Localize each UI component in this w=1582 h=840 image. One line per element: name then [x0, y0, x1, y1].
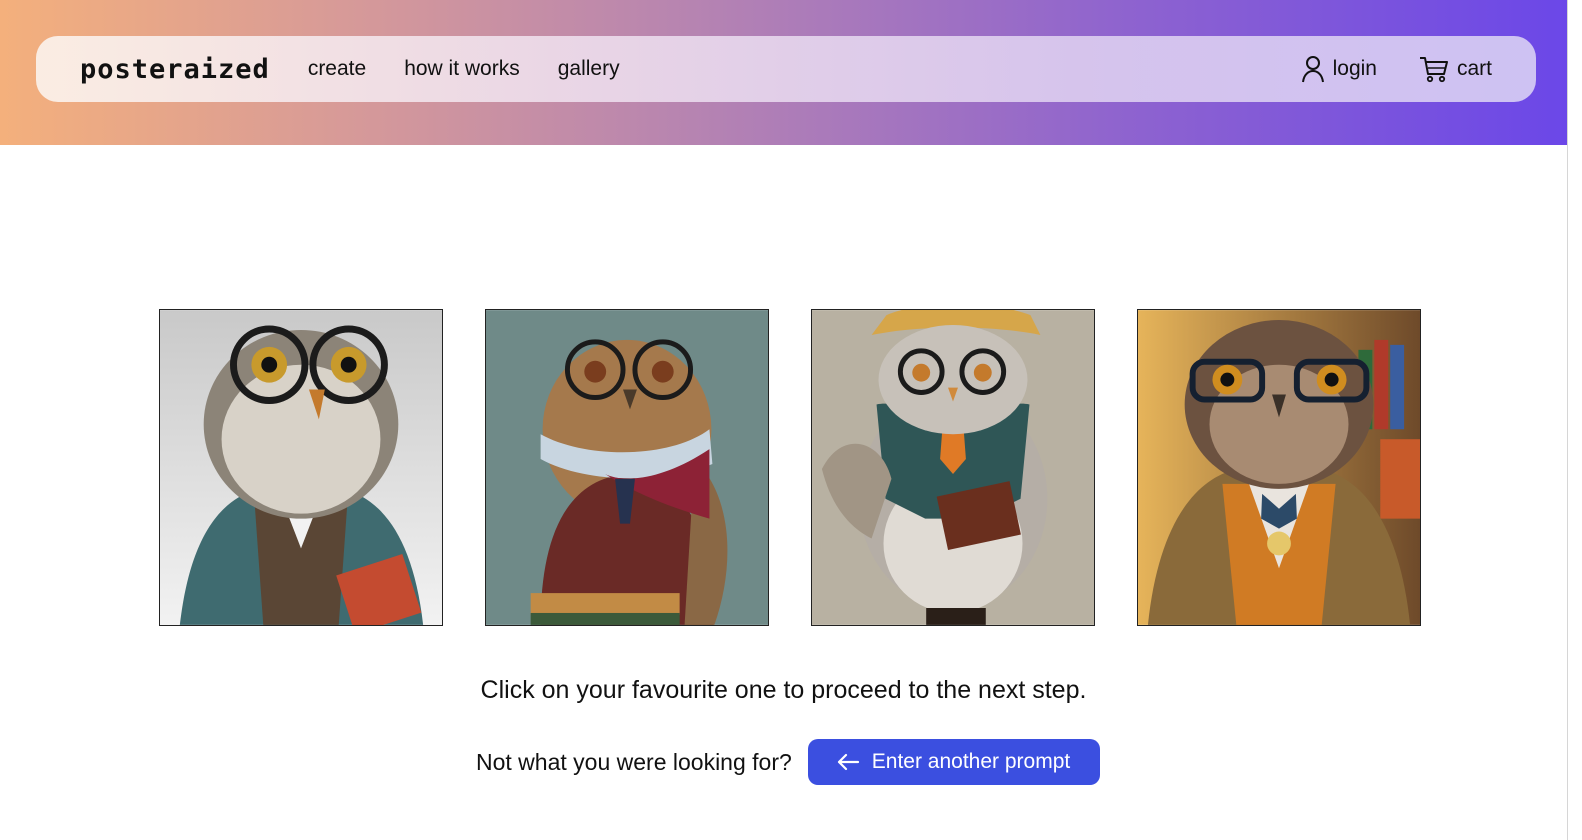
button-label: Enter another prompt [871, 750, 1071, 773]
owl-image [486, 310, 768, 625]
login-button[interactable]: login [1301, 55, 1377, 83]
instruction-text: Click on your favourite one to proceed t… [480, 676, 1087, 704]
owl-image [160, 310, 442, 625]
cart-label: cart [1456, 57, 1492, 80]
generated-image-3[interactable] [811, 309, 1095, 626]
image-gallery [159, 309, 1421, 626]
login-label: login [1332, 57, 1377, 80]
owl-image [812, 310, 1094, 625]
nav-create[interactable]: create [308, 57, 366, 81]
generated-image-4[interactable] [1137, 309, 1421, 626]
cart-button[interactable]: cart [1419, 55, 1492, 83]
prompt-row: Not what you were looking for? Enter ano… [476, 739, 1101, 785]
enter-another-prompt-button[interactable]: Enter another prompt [807, 739, 1101, 785]
scrollbar-edge [1567, 0, 1582, 840]
user-icon [1301, 56, 1324, 83]
arrow-left-icon [837, 753, 859, 771]
header-banner: posteraized create how it works gallery … [0, 0, 1567, 145]
logo[interactable]: posteraized [80, 54, 270, 85]
owl-image [1138, 310, 1420, 625]
cart-icon [1419, 57, 1448, 83]
prompt-question: Not what you were looking for? [476, 748, 792, 775]
navbar: posteraized create how it works gallery … [36, 36, 1536, 102]
generated-image-1[interactable] [159, 309, 443, 626]
nav-how-it-works[interactable]: how it works [404, 57, 520, 81]
generated-image-2[interactable] [485, 309, 769, 626]
nav-gallery[interactable]: gallery [558, 57, 620, 81]
